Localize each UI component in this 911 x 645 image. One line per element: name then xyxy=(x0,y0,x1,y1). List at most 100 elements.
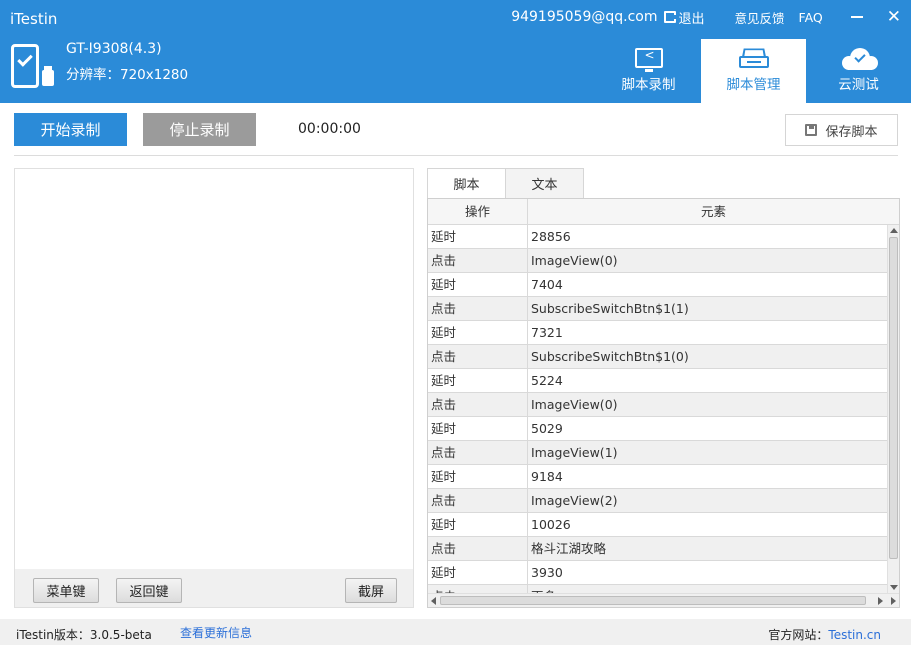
screenshot-button[interactable]: 截屏 xyxy=(345,578,397,603)
cell-element: ImageView(1) xyxy=(531,445,618,460)
save-script-label: 保存脚本 xyxy=(825,124,878,140)
minimize-icon[interactable] xyxy=(850,16,863,18)
official-site-label: 官方网站： xyxy=(768,628,829,642)
table-row[interactable]: 点击 格斗江湖攻略 xyxy=(428,537,887,561)
cell-operation: 延时 xyxy=(428,273,528,296)
toolbar-divider xyxy=(14,155,898,156)
tab-script[interactable]: 脚本 xyxy=(427,168,506,199)
cell-element: ImageView(2) xyxy=(531,493,618,508)
horizontal-scrollbar[interactable] xyxy=(428,593,899,607)
cell-element: 5029 xyxy=(531,421,563,436)
cell-element: ImageView(0) xyxy=(531,397,618,412)
tab-script-record[interactable]: 脚本录制 xyxy=(596,39,701,103)
cell-operation: 延时 xyxy=(428,561,528,584)
cell-operation: 延时 xyxy=(428,465,528,488)
device-resolution: 分辨率：720x1280 xyxy=(66,67,189,83)
stop-record-button[interactable]: 停止录制 xyxy=(143,113,256,146)
table-row[interactable]: 延时 28856 xyxy=(428,225,887,249)
cell-operation: 点击 xyxy=(428,393,528,416)
user-email: 949195059@qq.com xyxy=(511,9,658,25)
official-site: 官方网站：Testin.cn xyxy=(768,626,881,643)
table-row[interactable]: 点击 SubscribeSwitchBtn$1(1) xyxy=(428,297,887,321)
cell-element: 更多 xyxy=(528,585,887,593)
column-header-element[interactable]: 元素 xyxy=(528,199,899,224)
device-info: GT-I9308(4.3) 分辨率：720x1280 xyxy=(10,41,189,90)
device-screen-panel[interactable]: 菜单键 返回键 截屏 xyxy=(14,168,414,608)
logout-icon xyxy=(663,11,678,23)
cell-operation: 点击 xyxy=(428,249,528,272)
scroll-up-icon[interactable] xyxy=(890,228,898,233)
table-row[interactable]: 延时 7321 xyxy=(428,321,887,345)
back-key-button[interactable]: 返回键 xyxy=(116,578,182,603)
official-site-link[interactable]: Testin.cn xyxy=(828,628,881,642)
tab-cloud-test[interactable]: 云测试 xyxy=(806,39,911,103)
table-row[interactable]: 延时 3930 xyxy=(428,561,887,585)
cell-element: 7404 xyxy=(531,277,563,292)
cell-operation: 延时 xyxy=(428,225,528,248)
device-key-bar: 菜单键 返回键 截屏 xyxy=(15,569,413,607)
cell-element: SubscribeSwitchBtn$1(1) xyxy=(531,301,689,316)
cell-element: SubscribeSwitchBtn$1(0) xyxy=(531,349,689,364)
cell-element: 5224 xyxy=(531,373,563,388)
script-manage-icon xyxy=(738,48,769,70)
table-row[interactable]: 点击 ImageView(1) xyxy=(428,441,887,465)
scroll-left-icon[interactable] xyxy=(431,597,436,605)
scroll-down-icon[interactable] xyxy=(890,585,898,590)
screen-record-icon xyxy=(634,48,663,72)
table-row[interactable]: 延时 9184 xyxy=(428,465,887,489)
menu-key-button[interactable]: 菜单键 xyxy=(33,578,99,603)
tab-script-manage-label: 脚本管理 xyxy=(726,77,781,93)
table-row[interactable]: 延时 7404 xyxy=(428,273,887,297)
cell-element: 3930 xyxy=(531,565,563,580)
cell-element: ImageView(0) xyxy=(531,253,618,268)
faq-link[interactable]: FAQ xyxy=(799,10,823,25)
script-table: 操作 元素 延时 28856 点击 ImageView(0) 延时 7404 点击 Subsc… xyxy=(427,198,900,608)
vertical-scrollbar[interactable] xyxy=(887,225,899,593)
scroll-right-end-icon[interactable] xyxy=(891,597,896,605)
table-row[interactable]: 点击 ImageView(0) xyxy=(428,249,887,273)
logout-label: 退出 xyxy=(678,11,705,27)
cell-operation: 点击 xyxy=(428,441,528,464)
cell-operation: 延时 xyxy=(428,417,528,440)
cell-element: 格斗江湖攻略 xyxy=(531,541,607,556)
table-row[interactable]: 延时 5029 xyxy=(428,417,887,441)
close-icon[interactable]: ✕ xyxy=(887,8,901,26)
phone-connected-icon xyxy=(10,42,58,90)
cell-operation: 点击 xyxy=(428,537,528,560)
cell-operation: 点击 xyxy=(428,585,528,593)
start-record-button[interactable]: 开始录制 xyxy=(14,113,127,146)
cell-element: 28856 xyxy=(531,229,571,244)
cell-element: 10026 xyxy=(531,517,571,532)
table-header: 操作 元素 xyxy=(428,199,899,225)
save-icon xyxy=(805,124,818,136)
tab-script-manage[interactable]: 脚本管理 xyxy=(701,39,806,103)
horizontal-scroll-thumb[interactable] xyxy=(440,596,866,605)
version-text: iTestin版本：3.0.5-beta xyxy=(16,628,152,642)
column-header-operation[interactable]: 操作 xyxy=(428,199,528,224)
cell-element: 9184 xyxy=(531,469,563,484)
table-row[interactable]: 延时 10026 xyxy=(428,513,887,537)
record-timer: 00:00:00 xyxy=(298,121,361,137)
cell-operation: 点击 xyxy=(428,345,528,368)
cell-operation: 延时 xyxy=(428,321,528,344)
vertical-scroll-thumb[interactable] xyxy=(889,237,898,559)
logout-button[interactable]: 退出 xyxy=(663,8,705,27)
app-header: iTestin 949195059@qq.com 退出 意见反馈 FAQ ✕ G… xyxy=(0,0,911,103)
scroll-right-icon[interactable] xyxy=(878,597,883,605)
tab-text[interactable]: 文本 xyxy=(505,168,584,199)
update-info-link[interactable]: 查看更新信息 xyxy=(180,624,252,641)
table-row[interactable]: 点击 ImageView(0) xyxy=(428,393,887,417)
table-row[interactable]: 点击更多 xyxy=(428,585,887,593)
save-script-button[interactable]: 保存脚本 xyxy=(785,114,898,146)
cell-element: 7321 xyxy=(531,325,563,340)
app-title: iTestin xyxy=(10,10,58,28)
table-row[interactable]: 点击 ImageView(2) xyxy=(428,489,887,513)
script-tabs: 脚本 文本 xyxy=(427,168,584,199)
feedback-link[interactable]: 意见反馈 xyxy=(735,8,785,27)
tab-script-record-label: 脚本录制 xyxy=(621,77,676,93)
status-footer: iTestin版本：3.0.5-beta 查看更新信息 官方网站：Testin.… xyxy=(0,619,911,645)
table-row[interactable]: 延时 5224 xyxy=(428,369,887,393)
cell-operation: 点击 xyxy=(428,489,528,512)
table-row[interactable]: 点击 SubscribeSwitchBtn$1(0) xyxy=(428,345,887,369)
cell-operation: 延时 xyxy=(428,369,528,392)
